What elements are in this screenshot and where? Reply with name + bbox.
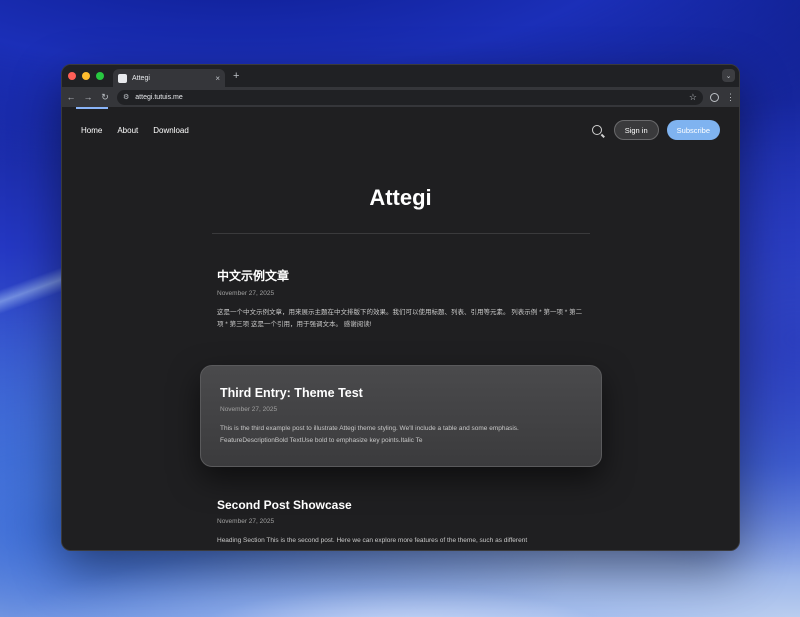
post-excerpt: 这是一个中文示例文章，用来展示主题在中文排版下的效果。我们可以使用标题、列表、引… [217,309,583,328]
post-excerpt: Heading Section This is the second post.… [217,537,528,544]
forward-icon[interactable]: → [83,92,93,102]
browser-tab[interactable]: Attegi × [113,69,225,87]
search-icon[interactable] [591,125,602,135]
close-window-button[interactable] [68,72,76,80]
post-item-highlighted[interactable]: Third Entry: Theme Test November 27, 202… [200,365,602,467]
web-page: Home About Download Sign in Subscribe At… [62,107,739,550]
nav-link-about[interactable]: About [117,126,138,135]
tab-search-icon[interactable]: ⌄ [722,69,735,82]
tab-close-icon[interactable]: × [215,74,220,83]
post-title[interactable]: Second Post Showcase [217,498,587,512]
back-icon[interactable]: ← [66,92,76,102]
header-divider [211,233,590,234]
site-navigation: Home About Download Sign in Subscribe [62,107,739,153]
reload-icon[interactable]: ↻ [100,92,110,103]
browser-menu-icon[interactable]: ⋮ [726,92,735,103]
minimize-window-button[interactable] [82,72,90,80]
post-date: November 27, 2025 [217,290,275,297]
new-tab-button[interactable]: + [233,70,239,82]
post-date: November 27, 2025 [217,518,275,525]
maximize-window-button[interactable] [96,72,104,80]
nav-link-home[interactable]: Home [81,126,102,135]
favicon-icon [118,73,127,83]
post-item[interactable]: Second Post Showcase November 27, 2025 H… [217,498,587,547]
active-nav-indicator [76,107,108,109]
url-text[interactable]: attegi.tutuis.me [135,94,683,101]
post-title[interactable]: Third Entry: Theme Test [220,386,582,400]
tab-bar: Attegi × + ⌄ [62,65,739,87]
post-date: November 27, 2025 [220,406,278,413]
post-item[interactable]: 中文示例文章 November 27, 2025 这是一个中文示例文章，用来展示… [217,267,587,331]
sign-in-button[interactable]: Sign in [613,120,659,140]
site-info-icon[interactable]: ⚙ [123,93,129,101]
browser-window: Attegi × + ⌄ ← → ↻ ⚙ attegi.tutuis.me ☆ … [61,64,740,551]
tab-title: Attegi [132,74,150,82]
post-title[interactable]: 中文示例文章 [217,267,587,284]
bookmark-star-icon[interactable]: ☆ [689,92,697,103]
site-title: Attegi [369,185,432,210]
profile-icon[interactable] [710,92,719,102]
window-controls [68,72,104,80]
browser-toolbar: ← → ↻ ⚙ attegi.tutuis.me ☆ ⋮ [62,87,739,107]
nav-link-download[interactable]: Download [153,126,189,135]
subscribe-button[interactable]: Subscribe [666,120,720,140]
address-bar[interactable]: ⚙ attegi.tutuis.me ☆ [117,89,703,105]
post-excerpt: This is the third example post to illust… [220,425,519,444]
